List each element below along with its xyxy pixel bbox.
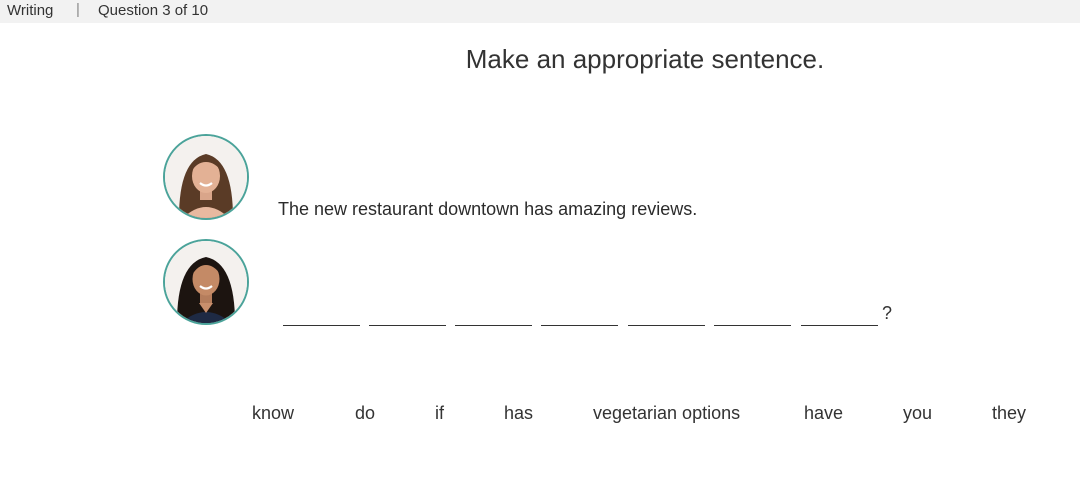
answer-blank-3[interactable]	[455, 325, 532, 326]
answer-blank-4[interactable]	[541, 325, 618, 326]
word-chip[interactable]: know	[252, 403, 294, 424]
word-chip[interactable]: vegetarian options	[593, 403, 740, 424]
word-chip[interactable]: has	[504, 403, 533, 424]
speaker-1-avatar	[163, 134, 249, 220]
header-divider: |	[76, 1, 80, 18]
word-chip[interactable]: you	[903, 403, 932, 424]
section-label: Writing	[7, 2, 54, 19]
word-chip[interactable]: do	[355, 403, 375, 424]
answer-blank-2[interactable]	[369, 325, 446, 326]
word-chip[interactable]: have	[804, 403, 843, 424]
word-chip[interactable]: they	[992, 403, 1026, 424]
speaker-2-avatar	[163, 239, 249, 325]
top-bar: Writing | Question 3 of 10	[0, 0, 1080, 23]
speaker-1-dialogue: The new restaurant downtown has amazing …	[278, 199, 698, 219]
instruction-title: Make an appropriate sentence.	[465, 44, 825, 74]
answer-blank-7[interactable]	[801, 325, 878, 326]
answer-blank-1[interactable]	[283, 325, 360, 326]
answer-blank-5[interactable]	[628, 325, 705, 326]
answer-end-punctuation: ?	[882, 303, 893, 323]
answer-blank-6[interactable]	[714, 325, 791, 326]
question-progress: Question 3 of 10	[98, 2, 209, 19]
word-chip[interactable]: if	[435, 403, 444, 424]
